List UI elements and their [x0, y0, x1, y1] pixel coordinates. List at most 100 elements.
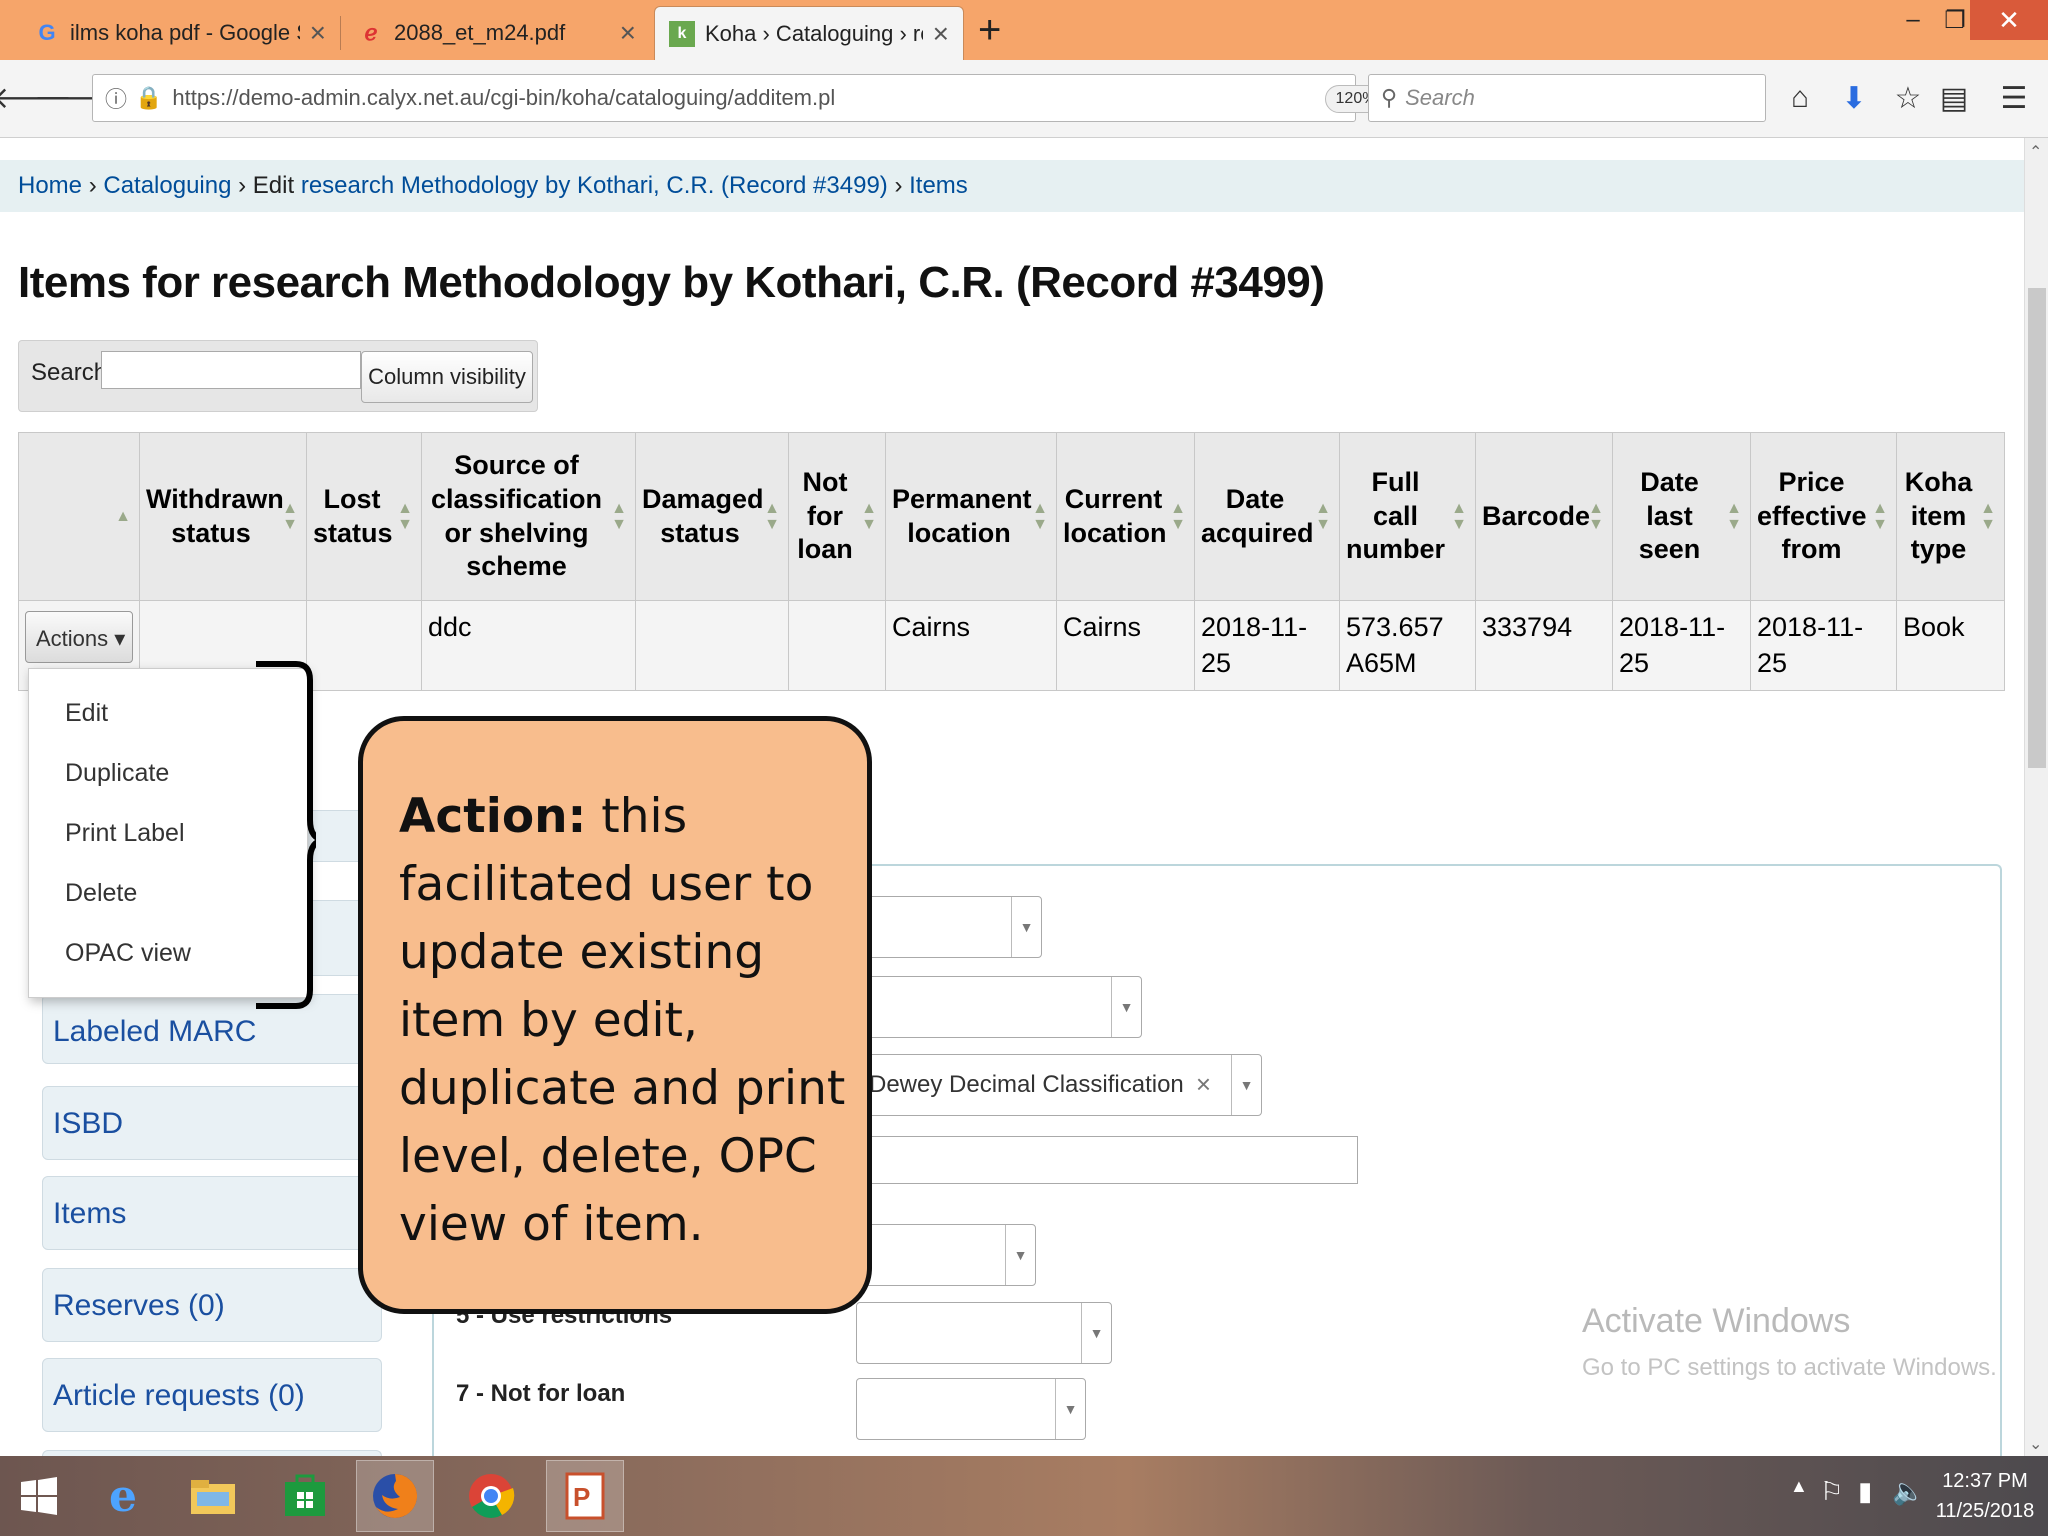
callout-bold: Action: [399, 789, 587, 844]
left-nav-item-reserves[interactable]: Reserves (0) [42, 1268, 382, 1342]
column-header-date-last-seen[interactable]: Date last seen ▲ ▼ [1612, 432, 1751, 601]
column-header-source[interactable]: Source of classification or shelving sch… [421, 432, 636, 601]
breadcrumb-separator: › Edit [231, 172, 301, 199]
not-for-loan-select[interactable]: ▼ [856, 1378, 1086, 1440]
left-nav-item-isbd[interactable]: ISBD [42, 1086, 382, 1160]
menu-icon[interactable]: ☰ [1994, 76, 2034, 120]
sort-icon: ▲ ▼ [1980, 499, 1996, 533]
system-clock[interactable]: 12:37 PM 11/25/2018 [1930, 1466, 2040, 1526]
sort-icon: ▲ ▼ [861, 499, 877, 533]
annotation-bracket [256, 661, 316, 1009]
tab-separator [340, 16, 341, 50]
breadcrumb-home[interactable]: Home [18, 172, 82, 199]
table-cell: 2018-11-25 [1194, 600, 1340, 691]
close-tab-icon[interactable]: × [933, 18, 949, 50]
column-header-call-number[interactable]: Full call number ▲ ▼ [1339, 432, 1476, 601]
browser-search-input[interactable]: ⚲ Search [1368, 74, 1766, 122]
clear-icon[interactable]: × [1196, 1069, 1211, 1100]
url-text: https://demo-admin.calyx.net.au/cgi-bin/… [172, 85, 836, 110]
sort-icon: ▲ ▼ [397, 499, 413, 533]
menu-item-opac-view[interactable]: OPAC view [65, 939, 191, 968]
chevron-down-icon: ▼ [1011, 897, 1041, 957]
tab-koha[interactable]: k Koha › Cataloguing › researc × [654, 6, 964, 60]
table-search-input[interactable] [101, 351, 361, 389]
svg-text:P: P [573, 1482, 590, 1512]
menu-item-edit[interactable]: Edit [65, 699, 108, 728]
page-title: Items for research Methodology by Kothar… [18, 258, 1325, 307]
left-nav-item-labeled-marc[interactable]: Labeled MARC [42, 994, 382, 1064]
volume-icon[interactable]: 🔈 [1892, 1476, 1924, 1507]
column-header-withdrawn[interactable]: Withdrawn status ▲ ▼ [139, 432, 307, 601]
table-cell [306, 600, 422, 691]
chrome-icon[interactable] [452, 1460, 530, 1532]
windows-taskbar: e P ▲ ⚐ ▮ 🔈 12:37 PM 11/25/2018 [0, 1456, 2048, 1536]
column-visibility-button[interactable]: Column visibility [361, 351, 533, 403]
table-header-row: ▲ Withdrawn status ▲ ▼ Lost status ▲ ▼ Sourc… [18, 432, 2005, 601]
scroll-up-icon[interactable]: ⌃ [2029, 142, 2042, 162]
actions-dropdown-button[interactable]: Actions ▾ [25, 611, 133, 663]
flag-icon[interactable]: ⚐ [1820, 1476, 1843, 1507]
address-bar[interactable]: ⓘ 🔒 https://demo-admin.calyx.net.au/cgi-… [92, 74, 1432, 122]
scrollbar-thumb[interactable] [2028, 288, 2046, 768]
form-select[interactable]: ▼ [856, 896, 1042, 958]
tab-google-search[interactable]: G ilms koha pdf - Google Sear × [20, 6, 340, 60]
minimize-button[interactable]: – [1896, 0, 1930, 40]
breadcrumb-record[interactable]: research Methodology by Kothari, C.R. (R… [301, 172, 888, 199]
use-restrictions-select[interactable]: ▼ [856, 1302, 1112, 1364]
column-header-price-effective[interactable]: Price effective from ▲ ▼ [1750, 432, 1897, 601]
breadcrumb-cataloguing[interactable]: Cataloguing [103, 172, 231, 199]
column-header-current-location[interactable]: Current location ▲ ▼ [1056, 432, 1195, 601]
vertical-scrollbar[interactable]: ⌃ ⌄ [2024, 138, 2048, 1456]
clock-time: 12:37 PM [1942, 1470, 2028, 1492]
form-text-input[interactable] [856, 1136, 1358, 1184]
column-header-barcode[interactable]: Barcode ▲ ▼ [1475, 432, 1613, 601]
koha-icon: k [669, 20, 695, 47]
restore-button[interactable]: ❐ [1938, 0, 1972, 40]
left-nav-item-article-requests[interactable]: Article requests (0) [42, 1358, 382, 1432]
column-header-damaged[interactable]: Damaged status ▲ ▼ [635, 432, 789, 601]
table-cell: ddc [421, 600, 636, 691]
powerpoint-icon[interactable]: P [546, 1460, 624, 1532]
column-header-actions[interactable]: ▲ [18, 432, 140, 601]
network-icon[interactable]: ▮ [1858, 1476, 1872, 1507]
form-select[interactable]: ▼ [856, 976, 1142, 1038]
window-close-button[interactable]: ✕ [1970, 0, 2048, 40]
menu-item-print-label[interactable]: Print Label [65, 819, 185, 848]
download-icon[interactable]: ⬇ [1834, 76, 1874, 120]
new-tab-button[interactable]: + [978, 8, 1001, 53]
tab-pdf[interactable]: ℯ 2088_et_m24.pdf × [344, 6, 650, 60]
scroll-down-icon[interactable]: ⌄ [2029, 1434, 2042, 1454]
column-header-not-for-loan[interactable]: Not for loan ▲ ▼ [788, 432, 886, 601]
close-tab-icon[interactable]: × [310, 17, 326, 49]
sort-icon: ▲ ▼ [1170, 499, 1186, 533]
forward-button[interactable]: 🡒 [34, 74, 114, 122]
breadcrumb-items[interactable]: Items [909, 172, 968, 199]
classification-select[interactable]: Dewey Decimal Classification × ▼ [856, 1054, 1262, 1116]
menu-item-duplicate[interactable]: Duplicate [65, 759, 169, 788]
form-select[interactable]: ▼ [856, 1224, 1036, 1286]
file-explorer-icon[interactable] [174, 1460, 252, 1532]
left-nav-label: Reserves (0) [53, 1289, 225, 1322]
home-icon[interactable]: ⌂ [1780, 76, 1820, 120]
close-tab-icon[interactable]: × [620, 17, 636, 49]
column-header-date-acquired[interactable]: Date acquired ▲ ▼ [1194, 432, 1340, 601]
left-nav-label: Article requests (0) [53, 1379, 305, 1412]
column-header-permanent-location[interactable]: Permanent location ▲ ▼ [885, 432, 1057, 601]
column-header-lost[interactable]: Lost status ▲ ▼ [306, 432, 422, 601]
lock-icon: 🔒 [135, 85, 163, 110]
column-header-item-type[interactable]: Koha item type ▲ ▼ [1896, 432, 2005, 601]
sort-icon: ▲ ▼ [1451, 499, 1467, 533]
internet-explorer-icon[interactable]: e [84, 1460, 162, 1532]
store-icon[interactable] [266, 1460, 344, 1532]
left-nav-item-items[interactable]: Items [42, 1176, 382, 1250]
firefox-icon[interactable] [356, 1460, 434, 1532]
menu-item-delete[interactable]: Delete [65, 879, 137, 908]
tray-expand-icon[interactable]: ▲ [1790, 1476, 1808, 1497]
info-icon[interactable]: ⓘ [105, 82, 127, 114]
windows-start-icon[interactable] [0, 1460, 78, 1532]
chevron-down-icon: ▼ [1231, 1055, 1261, 1115]
bookmarks-list-icon[interactable]: ▤ [1934, 76, 1974, 120]
breadcrumb-separator: › [82, 172, 104, 199]
clock-date: 11/25/2018 [1935, 1500, 2035, 1522]
bookmark-star-icon[interactable]: ☆ [1888, 76, 1928, 120]
